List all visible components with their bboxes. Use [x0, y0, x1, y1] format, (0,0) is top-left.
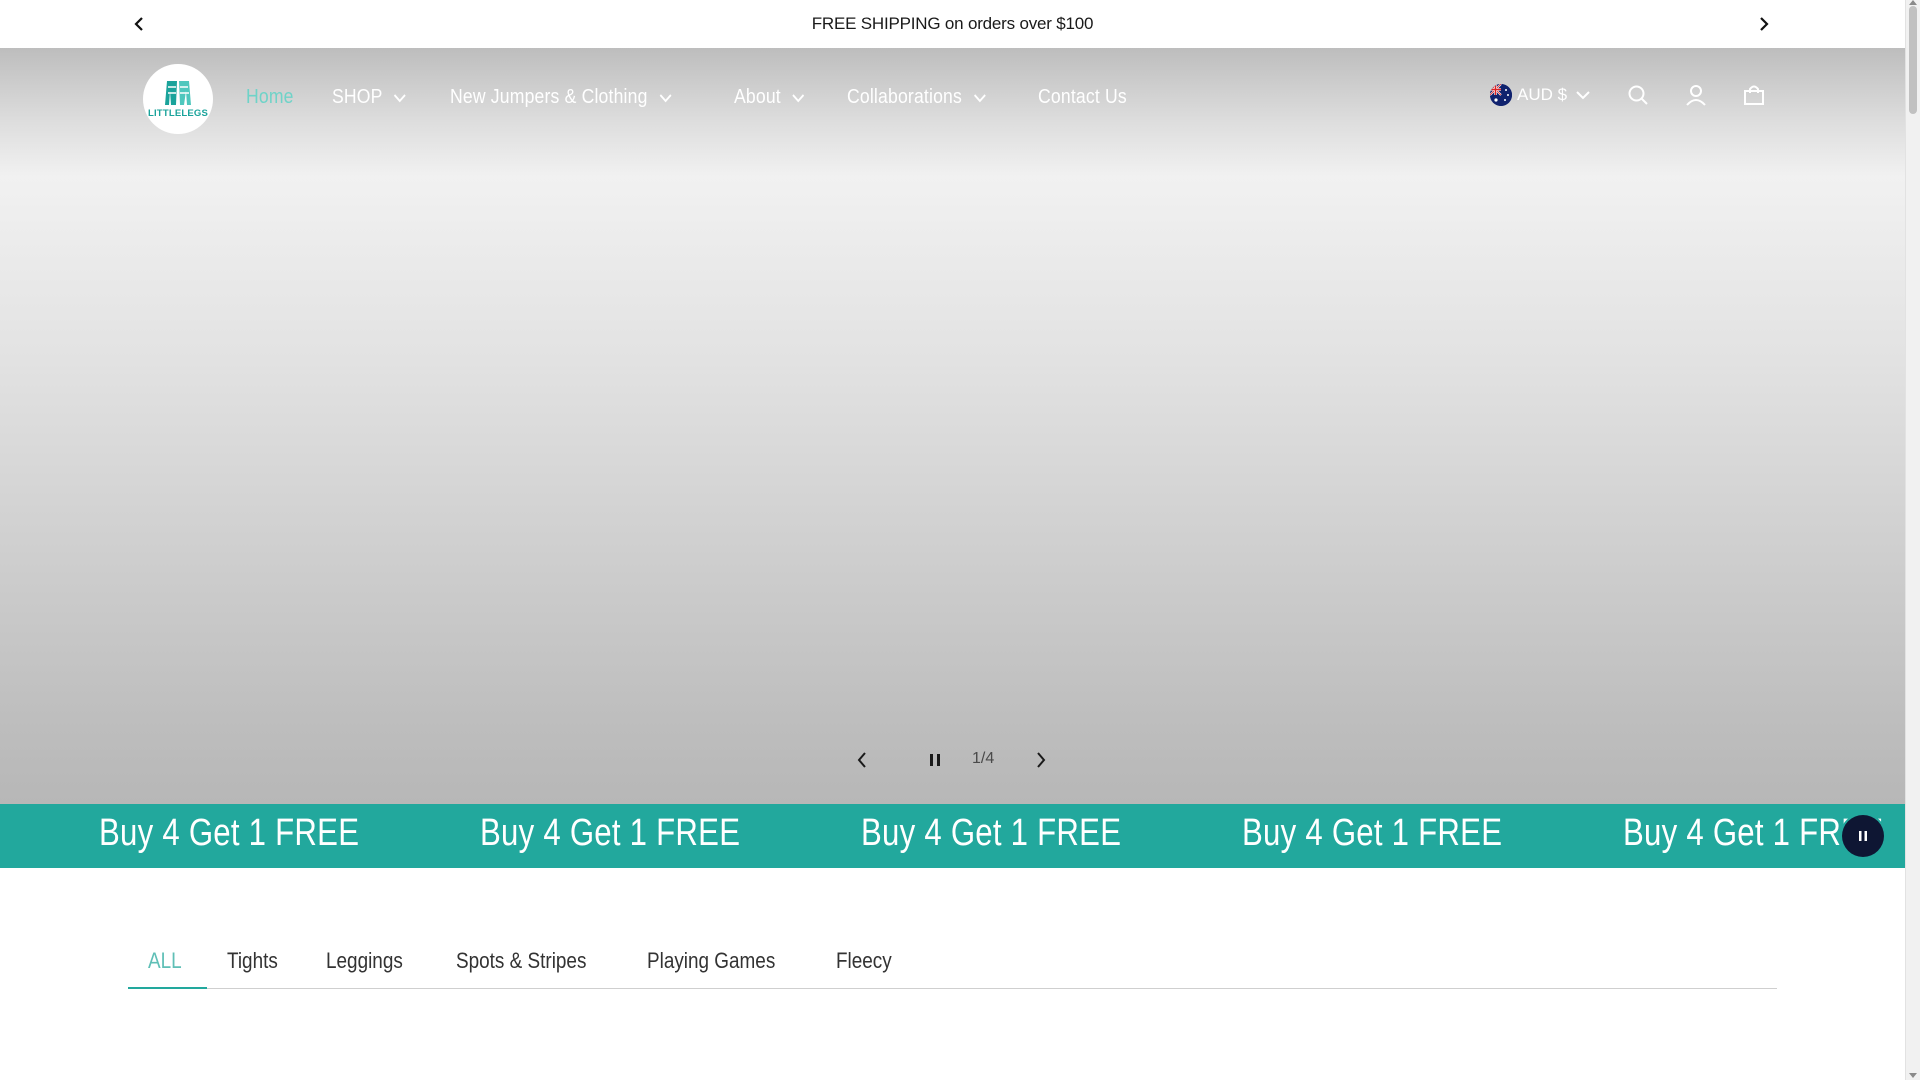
- promo-marquee: Buy 4 Get 1 FREE Buy 4 Get 1 FREE Buy 4 …: [0, 804, 1905, 868]
- header-actions: AUD $: [1490, 84, 1765, 106]
- nav-item-shop[interactable]: SHOP: [332, 86, 407, 109]
- slide-pause-button[interactable]: [928, 748, 942, 772]
- tab-tights[interactable]: Tights: [207, 948, 306, 988]
- nav-item-about[interactable]: About: [734, 86, 806, 109]
- announcement-prev-button[interactable]: [129, 14, 149, 34]
- pause-icon: [930, 754, 940, 766]
- tab-all[interactable]: ALL: [128, 948, 208, 989]
- pause-icon: [1859, 831, 1867, 841]
- nav-item-label: Contact Us: [1038, 86, 1127, 108]
- announcement-bar: FREE SHIPPING on orders over $100: [0, 0, 1905, 48]
- chevron-right-icon: [1760, 17, 1769, 31]
- tab-label: Leggings: [326, 948, 404, 973]
- scroll-up-arrow-icon[interactable]: [1909, 0, 1917, 5]
- nav-item-label: Collaborations: [847, 86, 963, 108]
- leggings-logo-icon: [165, 81, 191, 105]
- tab-label: Playing Games: [647, 948, 776, 973]
- scrollbar-thumb[interactable]: [1909, 6, 1917, 114]
- currency-label: AUD $: [1517, 85, 1568, 104]
- promo-text: Buy 4 Get 1 FREE: [861, 812, 1122, 854]
- slide-prev-button[interactable]: [855, 748, 869, 772]
- chevron-down-icon: [792, 93, 806, 103]
- announcement-text: FREE SHIPPING on orders over $100: [811, 14, 1094, 33]
- currency-selector[interactable]: AUD $: [1490, 84, 1591, 106]
- chevron-left-icon: [857, 752, 866, 768]
- chevron-down-icon: [1575, 90, 1591, 100]
- tab-fleecy[interactable]: Fleecy: [816, 948, 921, 988]
- tab-spots-stripes[interactable]: Spots & Stripes: [436, 948, 628, 988]
- nav-item-new-jumpers[interactable]: New Jumpers & Clothing: [450, 86, 672, 109]
- nav-item-home[interactable]: Home: [246, 86, 294, 109]
- tab-leggings[interactable]: Leggings: [306, 948, 435, 988]
- page: FREE SHIPPING on orders over $100 LITTLE…: [0, 0, 1905, 1080]
- announcement-next-button[interactable]: [1754, 14, 1774, 34]
- logo[interactable]: LITTLELEGS: [143, 64, 213, 134]
- chevron-down-icon: [658, 93, 672, 103]
- nav-item-contact-us[interactable]: Contact Us: [1038, 86, 1127, 109]
- search-icon[interactable]: [1627, 84, 1649, 106]
- tab-label: Fleecy: [836, 948, 893, 973]
- promo-text: Buy 4 Get 1 FREE: [99, 812, 360, 854]
- collection-tabs: ALL Tights Leggings Spots & Stripes Play…: [128, 940, 1777, 989]
- chevron-down-icon: [393, 93, 407, 103]
- site-header: LITTLELEGS Home SHOP New Jumpers & Cloth…: [0, 48, 1905, 148]
- marquee-pause-button[interactable]: [1842, 815, 1884, 857]
- tab-label: Tights: [227, 948, 278, 973]
- slide-next-button[interactable]: [1034, 748, 1048, 772]
- nav-item-collaborations[interactable]: Collaborations: [847, 86, 987, 109]
- tab-label: ALL: [148, 948, 182, 973]
- nav-item-label: New Jumpers & Clothing: [449, 86, 648, 108]
- chevron-right-icon: [1037, 752, 1046, 768]
- nav-item-label: About: [734, 86, 782, 108]
- slide-counter: 1/4: [972, 750, 995, 767]
- scrollbar[interactable]: [1905, 0, 1920, 1080]
- cart-icon[interactable]: [1743, 84, 1765, 106]
- main-nav: Home SHOP New Jumpers & Clothing About C…: [246, 86, 1171, 109]
- tab-label: Spots & Stripes: [455, 948, 586, 973]
- australia-flag-icon: [1490, 84, 1512, 106]
- nav-item-label: SHOP: [332, 86, 383, 108]
- account-icon[interactable]: [1685, 84, 1707, 106]
- logo-text: LITTLELEGS: [147, 108, 209, 119]
- promo-text: Buy 4 Get 1 FREE: [480, 812, 741, 854]
- tab-playing-games[interactable]: Playing Games: [627, 948, 816, 988]
- nav-item-label: Home: [246, 86, 294, 108]
- hero-slideshow: [0, 48, 1905, 804]
- promo-text: Buy 4 Get 1 FREE: [1242, 812, 1503, 854]
- chevron-left-icon: [134, 17, 143, 31]
- scroll-down-arrow-icon[interactable]: [1909, 1073, 1917, 1078]
- chevron-down-icon: [973, 93, 987, 103]
